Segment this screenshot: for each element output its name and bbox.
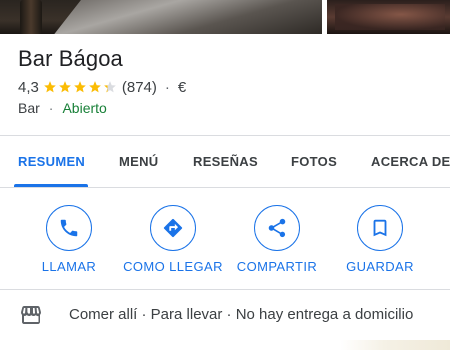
tab-resenas[interactable]: RESEÑAS — [193, 137, 258, 189]
call-button[interactable]: LLAMAR — [9, 205, 129, 277]
bookmark-icon — [373, 219, 387, 237]
place-category[interactable]: Bar — [18, 100, 40, 116]
map-preview-edge — [340, 340, 450, 350]
star-icon — [44, 81, 56, 93]
action-buttons: LLAMAR COMO LLEGAR COMPARTIR GUARDAR — [0, 205, 450, 277]
star-icon — [89, 81, 101, 93]
divider — [0, 187, 450, 188]
call-label: LLAMAR — [41, 259, 97, 274]
share-button[interactable]: COMPARTIR — [217, 205, 337, 277]
directions-label: COMO LLEGAR — [123, 259, 223, 274]
separator-dot: · — [48, 100, 54, 116]
service-options-row[interactable]: Comer allí · Para llevar · No hay entreg… — [0, 291, 450, 339]
share-button-circle[interactable] — [254, 205, 300, 251]
save-button[interactable]: GUARDAR — [320, 205, 440, 277]
directions-button-circle[interactable] — [150, 205, 196, 251]
tab-resumen[interactable]: RESUMEN — [18, 137, 85, 189]
share-label: COMPARTIR — [236, 259, 318, 274]
star-icon — [74, 81, 86, 93]
separator-dot: · — [164, 78, 170, 96]
call-button-circle[interactable] — [46, 205, 92, 251]
divider — [0, 289, 450, 290]
directions-icon — [163, 218, 183, 238]
rating-stars — [43, 80, 118, 94]
star-icon — [59, 81, 71, 93]
rating-row[interactable]: 4,3 (874) · € — [18, 77, 186, 97]
directions-button[interactable]: COMO LLEGAR — [113, 205, 233, 277]
service-options-text: Comer allí · Para llevar · No hay entreg… — [69, 306, 414, 323]
place-photo-main[interactable] — [0, 0, 322, 34]
place-title: Bar Bágoa — [18, 46, 123, 71]
place-photo-secondary[interactable] — [327, 0, 450, 34]
save-button-circle[interactable] — [357, 205, 403, 251]
star-icon — [104, 81, 116, 93]
phone-icon — [60, 219, 78, 237]
open-status[interactable]: Abierto — [62, 100, 106, 116]
photo-strip — [0, 0, 450, 34]
tab-acerca-de[interactable]: ACERCA DE — [371, 137, 450, 189]
tab-bar: RESUMEN MENÚ RESEÑAS FOTOS ACERCA DE — [0, 137, 450, 189]
category-row: Bar · Abierto — [18, 99, 107, 117]
storefront-icon — [21, 306, 41, 324]
save-label: GUARDAR — [346, 259, 414, 274]
rating-value: 4,3 — [18, 78, 39, 96]
review-count[interactable]: (874) — [122, 79, 157, 96]
tab-fotos[interactable]: FOTOS — [291, 137, 337, 189]
share-icon — [268, 218, 286, 238]
price-level: € — [177, 78, 187, 96]
divider — [0, 135, 450, 136]
tab-menu[interactable]: MENÚ — [119, 137, 158, 189]
